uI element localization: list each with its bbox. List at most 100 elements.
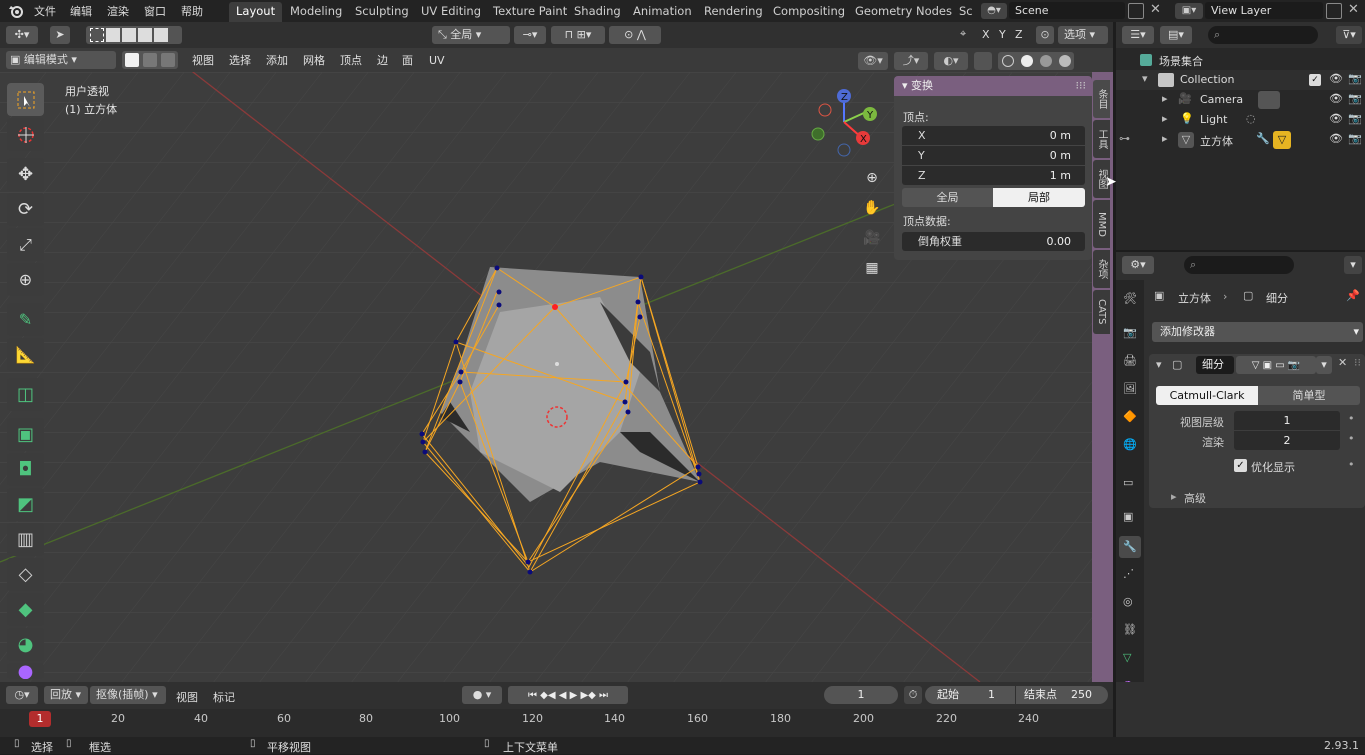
properties-search-input[interactable]: ⌕	[1184, 256, 1294, 274]
menu-help[interactable]: 帮助	[181, 3, 203, 19]
outliner-editor-type-icon[interactable]: ☰▾	[1122, 26, 1154, 44]
mirror-z[interactable]: Z	[1015, 28, 1023, 41]
properties-editor-type-icon[interactable]: ⚙▾	[1122, 256, 1154, 274]
viewport-menu-select[interactable]: 选择	[224, 52, 256, 70]
tab-layout[interactable]: Layout	[229, 2, 283, 22]
bevel-tool-icon[interactable]: ◩	[7, 488, 44, 521]
tab-item[interactable]: 条目	[1093, 80, 1110, 118]
close-scene-icon[interactable]: ✕	[1150, 2, 1161, 17]
mode-dropdown[interactable]: ▣ 编辑模式 ▾	[6, 51, 116, 69]
poly-build-tool-icon[interactable]: ◆	[7, 593, 44, 626]
menu-render[interactable]: 渲染	[107, 3, 129, 19]
timeline-editor-type-icon[interactable]: ◷▾	[6, 686, 38, 704]
scene-selector[interactable]: Scene	[1009, 2, 1125, 19]
view-layer-icon[interactable]: ▣▾	[1175, 3, 1203, 19]
cursor-tool-icon[interactable]	[7, 118, 44, 151]
viewport-menu-add[interactable]: 添加	[261, 52, 293, 70]
zoom-icon[interactable]: ⊕	[862, 170, 882, 190]
current-frame-field[interactable]: 1	[824, 686, 898, 704]
smooth-tool-icon[interactable]: ●	[7, 663, 44, 679]
viewport-menu-view[interactable]: 视图	[187, 52, 219, 70]
measure-tool-icon[interactable]: 📐	[7, 338, 44, 371]
keying-dropdown[interactable]: 抠像(插帧) ▾	[90, 686, 166, 704]
tab-geometry-nodes[interactable]: Geometry Nodes	[848, 2, 959, 22]
tab-modeling[interactable]: Modeling	[283, 2, 349, 22]
scale-tool-icon[interactable]: ⤢	[7, 228, 44, 261]
transform-tool-icon[interactable]: ⊕	[7, 263, 44, 296]
tool-tab-icon[interactable]: 🛠	[1123, 292, 1137, 305]
perspective-grid-icon[interactable]: ▦	[862, 260, 882, 280]
inset-tool-icon[interactable]: ◘	[7, 453, 44, 486]
view-layer-tab-icon[interactable]: 🖼	[1123, 382, 1137, 395]
modifier-drag-handle-icon[interactable]: ⁝⁝	[1354, 356, 1361, 369]
modifier-tab-icon[interactable]: 🔧	[1119, 536, 1141, 558]
blender-logo-icon[interactable]	[8, 3, 24, 19]
knife-tool-icon[interactable]: ◇	[7, 558, 44, 591]
menu-file[interactable]: 文件	[34, 3, 56, 19]
properties-options-icon[interactable]: ▾	[1344, 256, 1362, 274]
outliner-row-light[interactable]: ▸ 💡 Light ◌ 👁 📷	[1116, 110, 1365, 130]
advanced-label[interactable]: 高级	[1184, 490, 1206, 506]
world-tab-icon[interactable]: 🌐	[1123, 438, 1137, 451]
viewport-shading-buttons[interactable]: 👁▾ ⤴▾ ◐▾	[858, 51, 1088, 71]
local-toggle[interactable]: 局部	[993, 188, 1085, 207]
proportional-edit-icon[interactable]: ⊙ ⋀	[609, 26, 661, 44]
output-tab-icon[interactable]: 🖨	[1123, 354, 1137, 367]
tab-shading[interactable]: Shading	[567, 2, 628, 22]
bevel-weight-field[interactable]: 倒角权重 0.00	[902, 232, 1085, 251]
scene-tab-icon[interactable]: 🔶	[1123, 410, 1137, 423]
pin-icon[interactable]: 📌	[1346, 289, 1360, 302]
outliner-row-cube[interactable]: ▸ ▽ 立方体 🔧 ▽ 👁 📷	[1116, 130, 1365, 150]
outliner-display-mode-icon[interactable]: ▤▾	[1160, 26, 1192, 44]
particles-tab-icon[interactable]: ⋰	[1123, 567, 1134, 580]
viewport-menu-mesh[interactable]: 网格	[298, 52, 330, 70]
modifier-remove-icon[interactable]: ✕	[1338, 356, 1347, 369]
viewport-menu-uv[interactable]: UV	[424, 52, 450, 70]
options-dropdown[interactable]: 选项 ▾	[1058, 26, 1108, 44]
extrude-tool-icon[interactable]: ▣	[7, 418, 44, 451]
move-tool-icon[interactable]: ✥	[7, 158, 44, 191]
modifier-menu-icon[interactable]: ▾	[1316, 356, 1332, 374]
select-mode-buttons[interactable]	[86, 26, 182, 44]
timeline-view-menu[interactable]: 视图	[176, 689, 198, 705]
scene-icon[interactable]: ◓▾	[981, 3, 1007, 19]
annotate-tool-icon[interactable]: ✎	[7, 303, 44, 336]
tab-overflow[interactable]: Sc	[952, 2, 980, 22]
select-box-tool-icon[interactable]	[7, 83, 44, 116]
vertex-y-field[interactable]: Y 0 m	[902, 146, 1085, 165]
optimize-display-checkbox[interactable]: ✓	[1234, 459, 1247, 472]
loop-cut-tool-icon[interactable]: ▥	[7, 523, 44, 556]
select-tool-icon[interactable]: ➤	[50, 26, 70, 44]
add-cube-tool-icon[interactable]: ◫	[7, 378, 44, 411]
cube-eye-icon[interactable]: 👁	[1329, 132, 1343, 145]
pan-hand-icon[interactable]: ✋	[862, 200, 882, 220]
viewport-menu-edge[interactable]: 边	[372, 52, 393, 70]
outliner-filter-side-icon[interactable]: ⊶	[1119, 132, 1130, 145]
render-levels-field[interactable]: 2	[1234, 431, 1340, 450]
orientation-icon[interactable]: ⤡ 全局 ▾	[432, 26, 510, 44]
frame-start-field[interactable]: 起始 1	[925, 686, 1015, 704]
tab-rendering[interactable]: Rendering	[697, 2, 770, 22]
frame-end-field[interactable]: 结束点 250	[1016, 686, 1108, 704]
viewport-menu-face[interactable]: 面	[397, 52, 418, 70]
physics-tab-icon[interactable]: ◎	[1123, 595, 1133, 608]
catmull-clark-toggle[interactable]: Catmull-Clark	[1156, 386, 1258, 405]
select-mode-toggle[interactable]	[122, 51, 178, 69]
spin-tool-icon[interactable]: ◕	[7, 628, 44, 661]
auto-keying-icon[interactable]: ● ▾	[462, 686, 502, 704]
viewport-menu-vertex[interactable]: 顶点	[335, 52, 367, 70]
modifier-name-field[interactable]: 细分	[1196, 356, 1234, 374]
preview-range-icon[interactable]: ⏱	[904, 686, 922, 704]
object-tab-icon[interactable]: ▣	[1123, 510, 1133, 523]
outliner-row-collection[interactable]: ▾ Collection ✓ 👁 📷	[1116, 70, 1365, 90]
camera-view-icon[interactable]: 🎥	[862, 230, 882, 250]
simple-toggle[interactable]: 简单型	[1258, 386, 1360, 405]
snap-icon[interactable]: ⊓ ⊞▾	[551, 26, 605, 44]
copy-view-layer-icon[interactable]	[1326, 3, 1342, 19]
menu-window[interactable]: 窗口	[144, 3, 166, 19]
vertex-z-field[interactable]: Z 1 m	[902, 166, 1085, 185]
constraints-tab-icon[interactable]: ⛓	[1123, 623, 1137, 636]
tab-texture-paint[interactable]: Texture Paint	[486, 2, 574, 22]
tab-tool[interactable]: 工具	[1093, 120, 1110, 158]
viewport-levels-field[interactable]: 1	[1234, 411, 1340, 430]
